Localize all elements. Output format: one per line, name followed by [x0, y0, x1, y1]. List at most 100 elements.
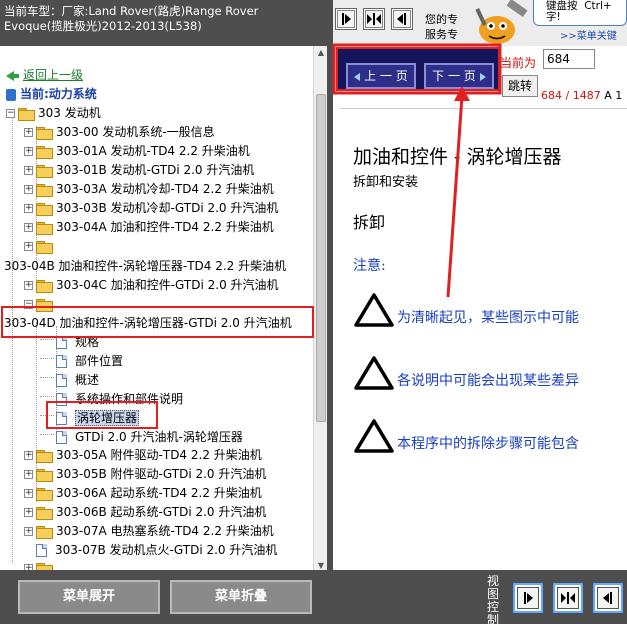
panel-split-icon [561, 592, 575, 604]
page-number-input[interactable] [543, 49, 595, 69]
page-nav-box: 上 一 页 下 一 页 [336, 47, 500, 91]
folder-icon [36, 279, 53, 293]
folder-icon [36, 487, 53, 501]
tree-leaf[interactable]: 概述 [56, 371, 99, 390]
tree-item[interactable]: +303-04A 加油和控件-TD4 2.2 升柴油机 [24, 218, 274, 237]
note-item: 本程序中的拆除步骤可能包含 [353, 418, 579, 454]
tree-item[interactable]: +303-01B 发动机-GTDi 2.0 升汽油机 [24, 161, 254, 180]
folder-icon [36, 468, 53, 482]
tree-leaf[interactable]: 部件位置 [56, 352, 123, 371]
note-item: 各说明中可能会出现某些差异 [353, 355, 579, 391]
tree-item[interactable]: +303-06A 起动系统-TD4 2.2 升柴油机 [24, 484, 262, 503]
folder-icon [36, 183, 53, 197]
tree-item[interactable]: +303-03B 发动机冷却-GTDi 2.0 升汽油机 [24, 199, 278, 218]
jump-button[interactable]: 跳转 [502, 75, 538, 97]
expand-icon[interactable]: + [24, 166, 33, 175]
expand-icon[interactable]: + [24, 242, 33, 251]
expand-icon[interactable]: + [24, 185, 33, 194]
note-label: 注意: [353, 258, 386, 274]
menu-expand-button[interactable]: 菜单展开 [18, 580, 160, 614]
folder-icon [18, 107, 35, 121]
panel-left-icon [523, 592, 533, 604]
tree-item[interactable]: +303-07A 电热塞系统-TD4 2.2 升柴油机 [24, 522, 274, 541]
view-split-button-top[interactable] [363, 8, 385, 30]
app-window: 当前车型：厂家:Land Rover(路虎)Range Rover Evoque… [0, 0, 627, 624]
prev-page-button[interactable]: 上 一 页 [346, 63, 416, 89]
scroll-up-icon[interactable]: ▲ [316, 48, 326, 58]
folder-icon [36, 145, 53, 159]
expand-icon[interactable]: + [24, 527, 33, 536]
document-icon [36, 544, 47, 557]
highlight-box-selected [46, 401, 158, 429]
arrow-right-icon [479, 72, 486, 81]
tree-item[interactable]: 303-04B 加油和控件-涡轮增压器-TD4 2.2 升柴油机 [4, 257, 286, 276]
vehicle-line-1: 当前车型：厂家:Land Rover(路虎)Range Rover [4, 4, 259, 18]
document-content: 加油和控件 - 涡轮增压器 拆卸和安装 拆卸 注意: 为清晰起见，某些图示中可能… [340, 108, 627, 570]
expand-icon[interactable]: + [24, 470, 33, 479]
computer-icon [6, 88, 16, 101]
expand-icon[interactable]: + [24, 128, 33, 137]
vehicle-line-2: Evoque(揽胜极光)2012-2013(L538) [4, 19, 202, 33]
expand-icon[interactable]: + [24, 508, 33, 517]
panel-split-icon [367, 13, 381, 25]
expand-icon[interactable]: + [24, 451, 33, 460]
tree-leaf[interactable]: GTDi 2.0 升汽油机-涡轮增压器 [56, 428, 243, 447]
page-count: 684 / 1487 A 1 [541, 89, 623, 102]
tree-item[interactable]: +303-04C 加油和控件-GTDi 2.0 升汽油机 [24, 276, 279, 295]
tree-item[interactable]: +303-01A 发动机-TD4 2.2 升柴油机 [24, 142, 250, 161]
hint-bubble: 键盘按 Ctrl+ 字! [533, 0, 627, 26]
folder-icon [36, 240, 53, 254]
document-icon [56, 374, 67, 387]
tree-item[interactable]: +303-05A 附件驱动-TD4 2.2 升柴油机 [24, 446, 262, 465]
highlight-box-section [1, 306, 314, 338]
folder-icon [36, 449, 53, 463]
view-right-button-top[interactable] [391, 8, 413, 30]
view-right-button[interactable] [593, 583, 623, 613]
view-left-button[interactable] [513, 583, 543, 613]
document-icon [56, 355, 67, 368]
current-page-label: 当前为 [500, 56, 537, 70]
tree-item[interactable]: +303-06B 起动系统-GTDi 2.0 升汽油机 [24, 503, 266, 522]
expand-icon[interactable]: + [24, 204, 33, 213]
warning-triangle-icon [354, 419, 394, 453]
content-subtitle: 拆卸和安装 [353, 175, 419, 190]
tree-item[interactable]: +303-00 发动机系统-一般信息 [24, 123, 215, 142]
menu-collapse-button[interactable]: 菜单折叠 [170, 580, 312, 614]
expand-icon[interactable]: + [24, 489, 33, 498]
folder-icon [36, 525, 53, 539]
assistant-text: 您的专 服务专 [425, 13, 458, 41]
mascot-icon [467, 0, 533, 46]
view-split-button[interactable] [553, 583, 583, 613]
menu-tree-panel: 返回上一级 当前:动力系统 −303 发动机 +303-00 发动机系统-一般信… [0, 46, 333, 574]
vehicle-header: 当前车型：厂家:Land Rover(路虎)Range Rover Evoque… [0, 0, 333, 46]
tree-leaf[interactable]: 303-07B 发动机点火-GTDi 2.0 升汽油机 [36, 541, 277, 560]
tree-item[interactable]: + [24, 237, 56, 256]
expand-icon[interactable]: + [24, 281, 33, 290]
folder-icon [36, 126, 53, 140]
document-icon [56, 431, 67, 444]
folder-icon [36, 506, 53, 520]
content-section: 拆卸 [353, 213, 386, 232]
folder-icon [36, 221, 53, 235]
arrow-left-icon [354, 72, 361, 81]
tree-root-303[interactable]: −303 发动机 [6, 104, 101, 123]
menu-keyword-link[interactable]: >>菜单关键 [560, 27, 617, 42]
view-control-label: 视图控制 [487, 574, 500, 624]
expand-icon[interactable]: + [24, 147, 33, 156]
tree-scroll-thumb[interactable] [316, 94, 326, 422]
panel-left-icon [341, 13, 351, 25]
folder-icon [36, 164, 53, 178]
folder-icon [36, 202, 53, 216]
tree-item[interactable]: +303-05B 附件驱动-GTDi 2.0 升汽油机 [24, 465, 266, 484]
expand-icon[interactable]: + [24, 223, 33, 232]
warning-triangle-icon [354, 356, 394, 390]
panel-right-icon [603, 592, 613, 604]
warning-triangle-icon [354, 293, 394, 327]
note-item: 为清晰起见，某些图示中可能 [353, 292, 579, 328]
back-link[interactable]: 返回上一级 [6, 66, 83, 85]
content-title: 加油和控件 - 涡轮增压器 [353, 146, 562, 168]
collapse-icon[interactable]: − [6, 109, 15, 118]
tree-item[interactable]: +303-03A 发动机冷却-TD4 2.2 升柴油机 [24, 180, 274, 199]
view-left-button-top[interactable] [335, 8, 357, 30]
next-page-button[interactable]: 下 一 页 [424, 63, 494, 89]
